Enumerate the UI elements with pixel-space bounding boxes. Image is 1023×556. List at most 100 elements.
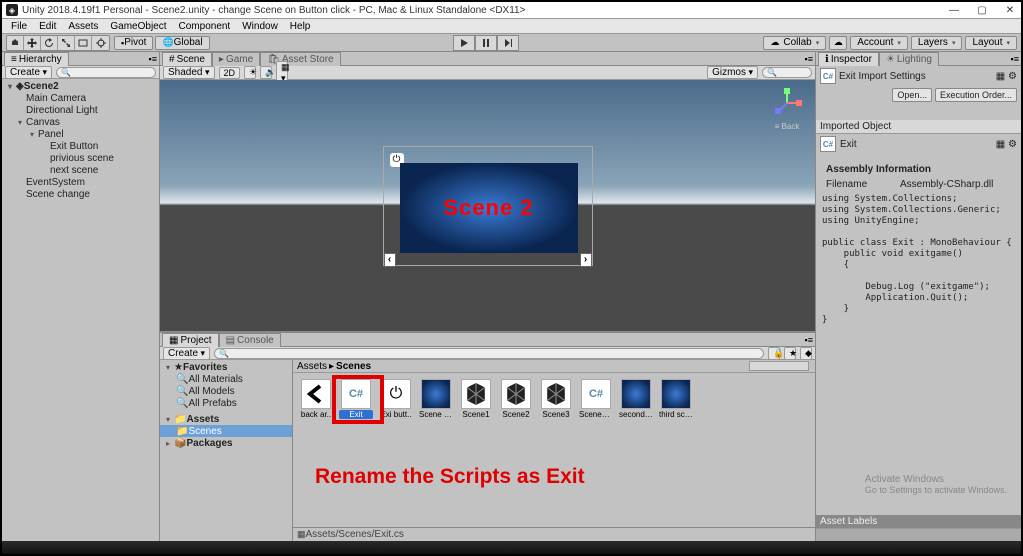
packages-folder[interactable]: ▸📦 Packages	[160, 437, 292, 449]
asset-labels-header[interactable]: Asset Labels	[816, 515, 1021, 529]
panel-menu-icon[interactable]: ▪≡	[805, 335, 813, 345]
hierarchy-item[interactable]: next scene	[2, 164, 159, 176]
next-button[interactable]: ›	[580, 253, 592, 267]
tab-asset-store[interactable]: 🛍 Asset Store	[260, 52, 340, 66]
move-tool-button[interactable]	[24, 36, 41, 50]
hierarchy-create-button[interactable]: Create ▾	[5, 66, 52, 79]
project-search-input[interactable]: 🔍	[214, 348, 764, 359]
hierarchy-item[interactable]: ▾Canvas	[2, 116, 159, 128]
hierarchy-item[interactable]: EventSystem	[2, 176, 159, 188]
execution-order-button[interactable]: Execution Order...	[935, 88, 1017, 102]
project-create-button[interactable]: Create ▾	[163, 347, 210, 360]
panel-menu-icon[interactable]: ▪≡	[1011, 54, 1019, 64]
menu-window[interactable]: Window	[237, 21, 283, 32]
asset-item[interactable]: ⏻Exi butt..	[379, 379, 413, 419]
step-button[interactable]	[497, 35, 519, 51]
pivot-mode-button[interactable]: ▪ Pivot	[114, 36, 153, 50]
breadcrumb-item[interactable]: Assets	[297, 361, 327, 372]
hierarchy-item[interactable]: Scene change	[2, 188, 159, 200]
hierarchy-header: ≡ Hierarchy ▪≡	[2, 52, 159, 66]
asset-item[interactable]: C#Exit	[339, 379, 373, 419]
asset-thumb	[301, 379, 331, 409]
pause-button[interactable]	[475, 35, 497, 51]
panel-menu-icon[interactable]: ▪≡	[805, 54, 813, 64]
asset-item[interactable]: Scene1	[459, 379, 493, 419]
scene-text: Scene 2	[443, 195, 533, 221]
tab-scene[interactable]: # Scene	[162, 52, 212, 66]
menu-file[interactable]: File	[6, 21, 32, 32]
scene-header: # Scene ▸ Game 🛍 Asset Store ▪≡	[160, 52, 815, 66]
hierarchy-item[interactable]: privious scene	[2, 152, 159, 164]
component-menu-icon[interactable]: ▦ ⚙	[996, 139, 1017, 150]
minimize-button[interactable]: —	[947, 3, 961, 17]
hierarchy-tab[interactable]: ≡ Hierarchy	[4, 52, 69, 66]
asset-item[interactable]: Scene3	[539, 379, 573, 419]
panel-menu-icon[interactable]: ▪≡	[149, 54, 157, 64]
rect-tool-button[interactable]	[75, 36, 92, 50]
prev-button[interactable]: ‹	[384, 253, 396, 267]
transform-tool-button[interactable]	[92, 36, 109, 50]
tab-game[interactable]: ▸ Game	[212, 52, 260, 66]
fav-item[interactable]: 🔍 All Materials	[160, 373, 292, 385]
rotation-mode-button[interactable]: 🌐 Global	[155, 36, 209, 50]
filter-icon[interactable]: ◆	[800, 347, 812, 360]
canvas-panel[interactable]: ⏻ Scene 2 ‹ ›	[383, 146, 593, 266]
menu-assets[interactable]: Assets	[63, 21, 103, 32]
hierarchy-item[interactable]: ▾Panel	[2, 128, 159, 140]
collab-dropdown[interactable]: ☁ Collab	[763, 36, 826, 50]
tab-console[interactable]: ▤ Console	[219, 333, 281, 347]
tab-project[interactable]: ▦ Project	[162, 333, 219, 347]
rotate-tool-button[interactable]	[41, 36, 58, 50]
play-button[interactable]	[453, 35, 475, 51]
layers-dropdown[interactable]: Layers	[911, 36, 963, 50]
account-dropdown[interactable]: Account	[850, 36, 908, 50]
asset-item[interactable]: back ar..	[299, 379, 333, 419]
asset-item[interactable]: Scene 1 ..	[419, 379, 453, 419]
menu-component[interactable]: Component	[174, 21, 236, 32]
filter-icon[interactable]: ★	[784, 347, 796, 360]
asset-label: third sce..	[659, 410, 693, 419]
shaded-dropdown[interactable]: Shaded ▾	[163, 66, 215, 79]
menu-help[interactable]: Help	[285, 21, 316, 32]
lighting-toggle[interactable]: ☀	[244, 66, 256, 79]
assembly-info-header: Assembly Information	[816, 162, 1021, 177]
hand-tool-button[interactable]	[7, 36, 24, 50]
asset-item[interactable]: Scene2	[499, 379, 533, 419]
tab-inspector[interactable]: ℹ Inspector	[818, 52, 879, 66]
scale-tool-button[interactable]	[58, 36, 75, 50]
fav-item[interactable]: 🔍 All Prefabs	[160, 397, 292, 409]
close-button[interactable]: ✕	[1003, 3, 1017, 17]
audio-toggle[interactable]: 🔊	[260, 66, 272, 79]
orientation-gizmo[interactable]: ≡ Back	[767, 88, 807, 148]
taskbar	[2, 541, 1021, 554]
filter-icon[interactable]: 🔒	[768, 347, 780, 360]
script-preview: using System.Collections; using System.C…	[816, 192, 1021, 328]
menu-edit[interactable]: Edit	[34, 21, 61, 32]
cloud-button[interactable]: ☁	[829, 36, 847, 50]
asset-item[interactable]: C#SceneCh..	[579, 379, 613, 419]
asset-item[interactable]: third sce..	[659, 379, 693, 419]
tab-lighting[interactable]: ☀ Lighting	[879, 52, 939, 66]
hierarchy-item[interactable]: Main Camera	[2, 92, 159, 104]
persp-label[interactable]: ≡ Back	[775, 122, 800, 131]
gizmos-dropdown[interactable]: Gizmos ▾	[707, 66, 758, 79]
scene-search-input[interactable]: 🔍	[762, 67, 812, 78]
favorites-folder[interactable]: ▾★ Favorites	[160, 361, 292, 373]
layout-dropdown[interactable]: Layout	[965, 36, 1017, 50]
asset-item[interactable]: second s..	[619, 379, 653, 419]
icon-size-slider[interactable]	[749, 361, 809, 371]
hierarchy-item[interactable]: Exit Button	[2, 140, 159, 152]
hierarchy-search-input[interactable]: 🔍	[56, 67, 156, 78]
breadcrumb-item[interactable]: Scenes	[336, 361, 371, 372]
scene-root[interactable]: ▾◈ Scene2	[2, 80, 159, 92]
scenes-folder[interactable]: 📁 Scenes	[160, 425, 292, 437]
maximize-button[interactable]: ▢	[975, 3, 989, 17]
scene-view[interactable]: ≡ Back ⏻ Scene 2 ‹ ›	[160, 80, 815, 331]
fav-item[interactable]: 🔍 All Models	[160, 385, 292, 397]
assets-folder[interactable]: ▾📁 Assets	[160, 413, 292, 425]
hierarchy-item[interactable]: Directional Light	[2, 104, 159, 116]
help-icon[interactable]: ▦ ⚙	[996, 71, 1017, 82]
mode-2d-toggle[interactable]: 2D	[219, 67, 241, 79]
menu-gameobject[interactable]: GameObject	[105, 21, 171, 32]
open-button[interactable]: Open...	[892, 88, 932, 102]
